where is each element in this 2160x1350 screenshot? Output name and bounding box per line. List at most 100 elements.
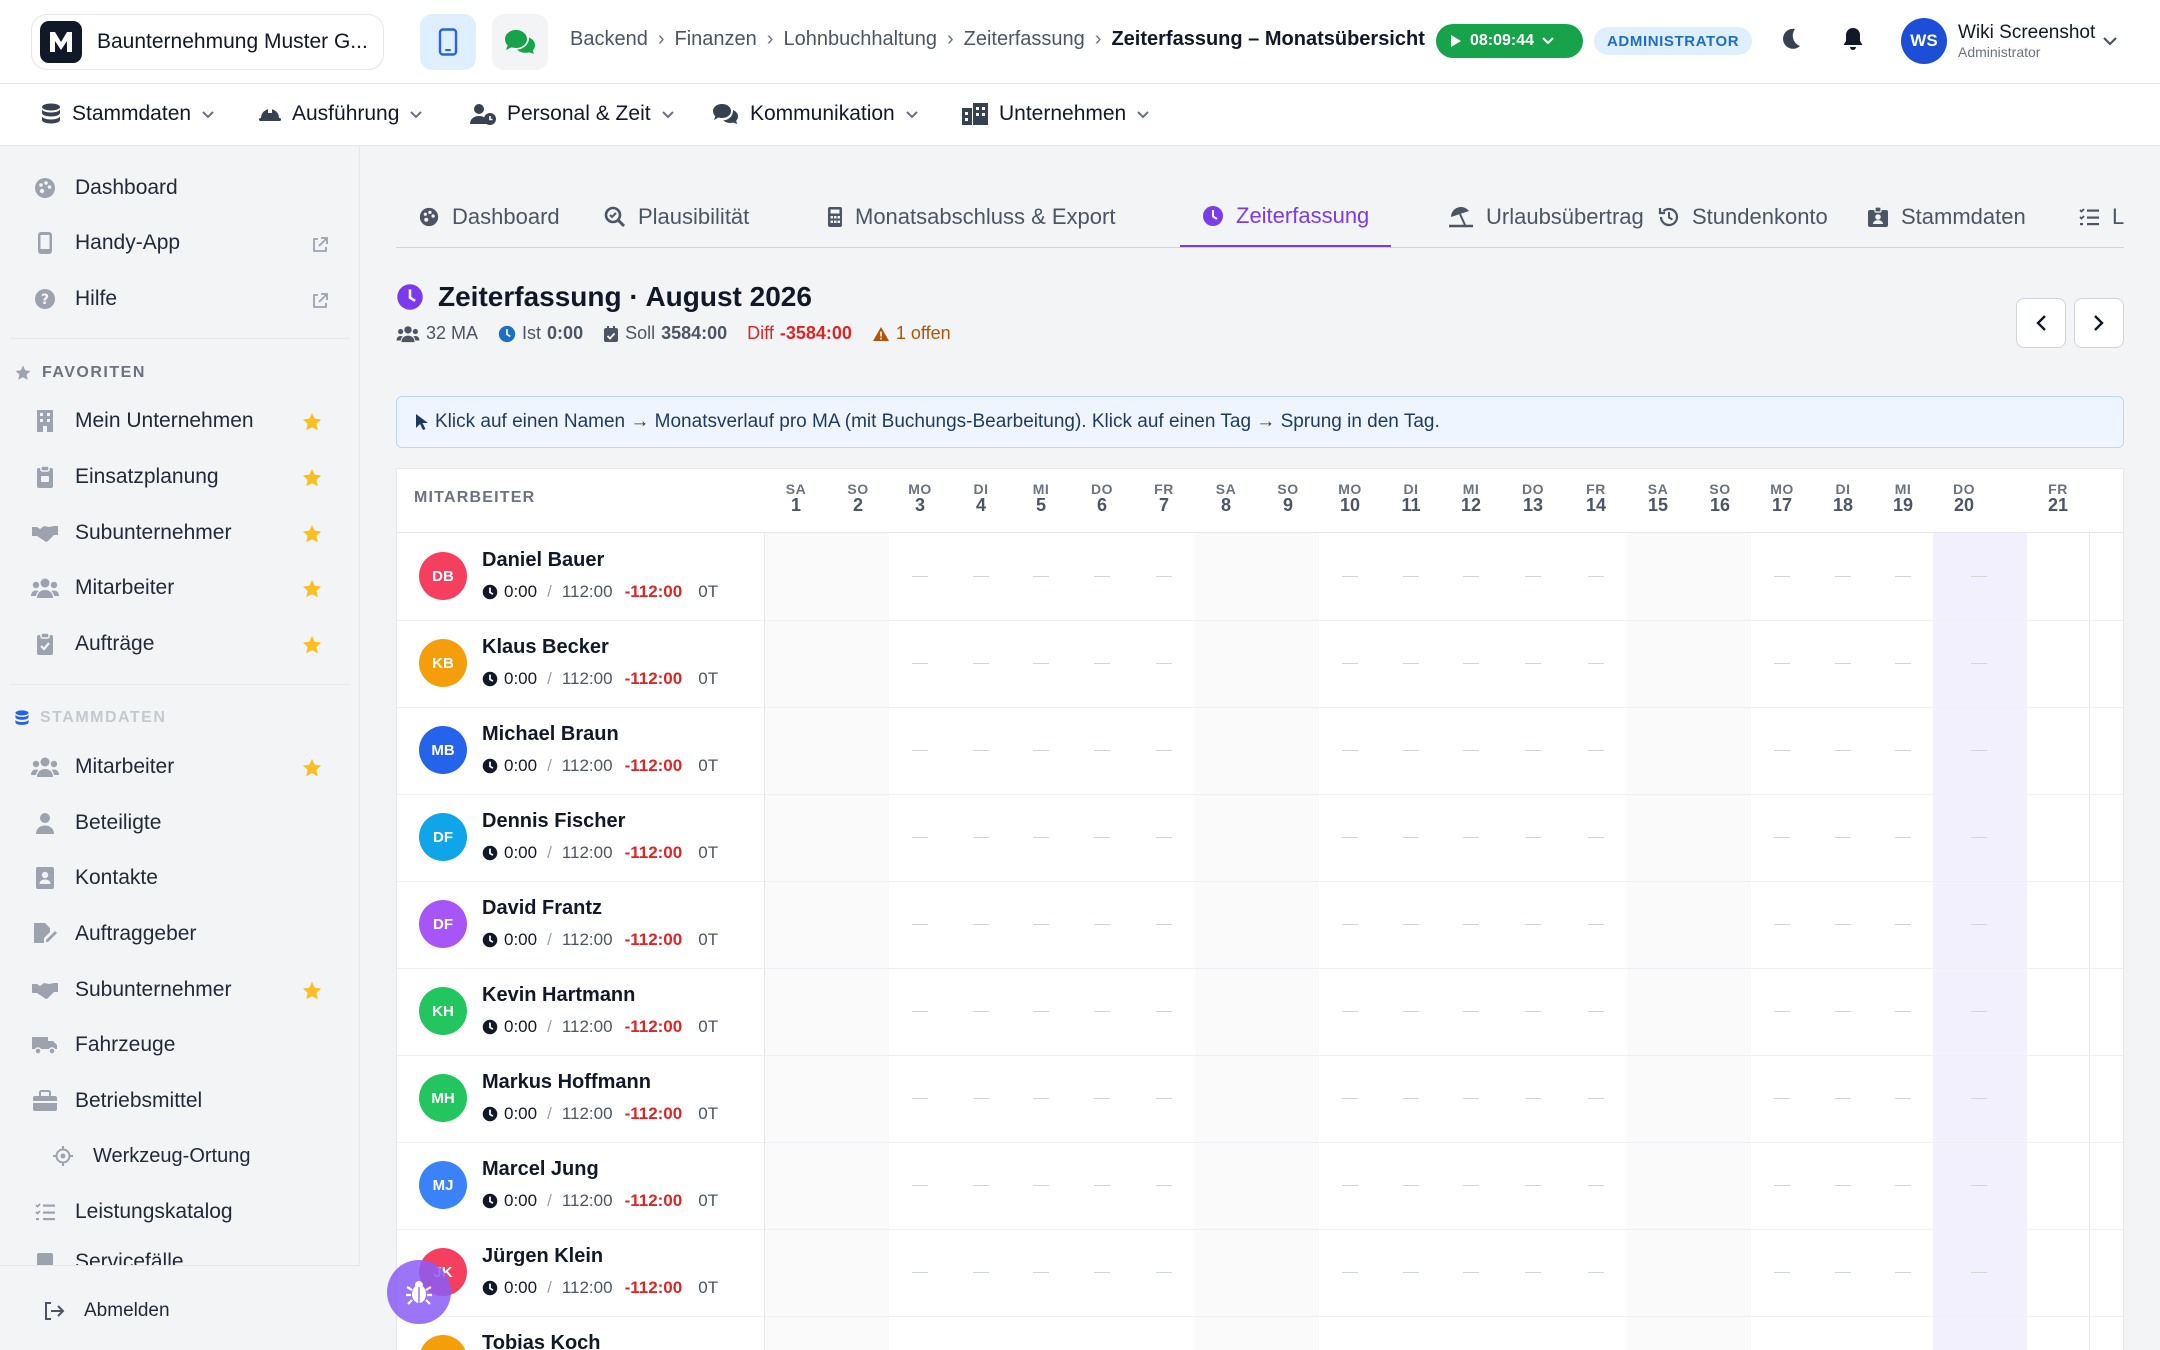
day-header[interactable]: DI 4 <box>951 481 1011 514</box>
day-cell-empty[interactable] <box>1971 1011 1987 1012</box>
employee-row[interactable]: KH Kevin Hartmann 0:00 / 112:00 -112:00 0T <box>397 968 765 1055</box>
menu-unternehmen[interactable]: Unternehmen <box>961 102 1150 126</box>
day-cell-empty[interactable] <box>1403 837 1419 838</box>
day-cell-empty[interactable] <box>1835 663 1851 664</box>
day-header[interactable]: SA 15 <box>1627 481 1689 514</box>
tab-dashboard[interactable]: Dashboard <box>396 186 582 247</box>
sidebar-item-hilfe[interactable]: ? Hilfe <box>30 284 117 314</box>
employee-name[interactable]: David Frantz <box>482 897 602 920</box>
day-cell-empty[interactable] <box>1835 1098 1851 1099</box>
day-cell-empty[interactable] <box>1588 1185 1604 1186</box>
day-header[interactable]: DO 6 <box>1071 481 1133 514</box>
day-cell-empty[interactable] <box>1403 576 1419 577</box>
sidebar-item-dashboard[interactable]: Dashboard <box>30 173 178 203</box>
day-cell-empty[interactable] <box>1094 663 1110 664</box>
day-cell-empty[interactable] <box>1342 1185 1358 1186</box>
day-cell-empty[interactable] <box>1895 663 1911 664</box>
tab-zeiterfassung[interactable]: Zeiterfassung <box>1180 186 1392 247</box>
sidebar-item-beteiligte[interactable]: Beteiligte <box>30 808 161 838</box>
favorite-star-icon[interactable] <box>301 467 323 489</box>
day-cell-empty[interactable] <box>912 1098 928 1099</box>
day-cell-empty[interactable] <box>1403 924 1419 925</box>
menu-stammdaten[interactable]: Stammdaten <box>40 102 215 126</box>
day-cell-empty[interactable] <box>1033 750 1049 751</box>
day-header[interactable]: FR 14 <box>1565 481 1627 514</box>
day-cell-empty[interactable] <box>973 924 989 925</box>
day-cell-empty[interactable] <box>1094 576 1110 577</box>
day-cell-empty[interactable] <box>1971 1185 1987 1186</box>
day-cell-empty[interactable] <box>1094 1185 1110 1186</box>
menu-kommunikation[interactable]: Kommunikation <box>712 102 919 126</box>
day-cell-empty[interactable] <box>1156 1098 1172 1099</box>
employee-name[interactable]: Daniel Bauer <box>482 549 604 572</box>
day-cell-empty[interactable] <box>912 750 928 751</box>
day-cell-empty[interactable] <box>1895 1185 1911 1186</box>
day-header[interactable]: SO 16 <box>1689 481 1751 514</box>
favorite-star-icon[interactable] <box>301 578 323 600</box>
bug-report-button[interactable] <box>387 1260 451 1324</box>
day-cell-empty[interactable] <box>1971 663 1987 664</box>
day-cell-empty[interactable] <box>1895 1272 1911 1273</box>
day-cell-empty[interactable] <box>1774 576 1790 577</box>
day-cell-empty[interactable] <box>1156 924 1172 925</box>
day-cell-empty[interactable] <box>1525 1098 1541 1099</box>
sidebar-item-fahrzeuge[interactable]: Fahrzeuge <box>30 1030 175 1060</box>
day-cell-empty[interactable] <box>1774 1185 1790 1186</box>
dark-mode-toggle[interactable] <box>1780 26 1802 52</box>
breadcrumb-link[interactable]: Finanzen <box>675 28 757 51</box>
day-cell-empty[interactable] <box>1342 576 1358 577</box>
day-header[interactable]: DI 11 <box>1381 481 1441 514</box>
day-cell-empty[interactable] <box>1774 1272 1790 1273</box>
day-cell-empty[interactable] <box>1971 837 1987 838</box>
day-header[interactable]: DO 20 <box>1933 481 1995 514</box>
day-header[interactable]: MI 12 <box>1441 481 1501 514</box>
day-cell-empty[interactable] <box>912 1185 928 1186</box>
day-header[interactable]: MI 5 <box>1011 481 1071 514</box>
day-cell-empty[interactable] <box>1895 576 1911 577</box>
day-cell-empty[interactable] <box>973 1011 989 1012</box>
day-header[interactable]: FR 7 <box>1133 481 1195 514</box>
day-cell-empty[interactable] <box>1463 1098 1479 1099</box>
day-cell-empty[interactable] <box>1835 750 1851 751</box>
day-cell-empty[interactable] <box>1971 750 1987 751</box>
day-cell-empty[interactable] <box>1342 663 1358 664</box>
day-cell-empty[interactable] <box>1403 1011 1419 1012</box>
day-cell-empty[interactable] <box>1094 1098 1110 1099</box>
employee-row[interactable]: DF Dennis Fischer 0:00 / 112:00 -112:00 0T <box>397 794 765 881</box>
sidebar-item-mitarbeiter[interactable]: Mitarbeiter <box>30 573 174 603</box>
day-cell-empty[interactable] <box>1403 663 1419 664</box>
day-cell-empty[interactable] <box>1774 1098 1790 1099</box>
day-header[interactable]: MO 17 <box>1751 481 1813 514</box>
stat-offen[interactable]: 1 offen <box>872 323 951 344</box>
day-header[interactable]: SA 1 <box>765 481 827 514</box>
day-cell-empty[interactable] <box>912 576 928 577</box>
day-cell-empty[interactable] <box>1033 1011 1049 1012</box>
day-cell-empty[interactable] <box>1895 1011 1911 1012</box>
day-cell-empty[interactable] <box>1895 837 1911 838</box>
day-header[interactable]: MO 10 <box>1319 481 1381 514</box>
chat-button[interactable] <box>492 14 548 70</box>
day-cell-empty[interactable] <box>1774 924 1790 925</box>
logout-button[interactable]: Abmelden <box>42 1296 170 1326</box>
day-cell-empty[interactable] <box>1588 924 1604 925</box>
day-cell-empty[interactable] <box>1156 1011 1172 1012</box>
favorite-star-icon[interactable] <box>301 757 323 779</box>
day-header[interactable]: MO 3 <box>889 481 951 514</box>
sidebar-item-auftraggeber[interactable]: Auftraggeber <box>30 919 196 949</box>
day-cell-empty[interactable] <box>1463 1185 1479 1186</box>
day-cell-empty[interactable] <box>1525 750 1541 751</box>
employee-row[interactable]: KB Klaus Becker 0:00 / 112:00 -112:00 0T <box>397 620 765 707</box>
handy-app-button[interactable] <box>420 14 476 70</box>
day-cell-empty[interactable] <box>1463 837 1479 838</box>
day-cell-empty[interactable] <box>973 663 989 664</box>
day-header[interactable]: FR 21 <box>2027 481 2089 514</box>
tab-monatsabschluss[interactable]: Monatsabschluss & Export <box>805 186 1137 247</box>
day-cell-empty[interactable] <box>1835 1272 1851 1273</box>
time-tracking-timer[interactable]: 08:09:44 <box>1436 24 1583 58</box>
day-cell-empty[interactable] <box>1403 1272 1419 1273</box>
day-cell-empty[interactable] <box>1971 1272 1987 1273</box>
day-cell-empty[interactable] <box>1033 1185 1049 1186</box>
day-cell-empty[interactable] <box>973 750 989 751</box>
day-cell-empty[interactable] <box>1525 837 1541 838</box>
day-cell-empty[interactable] <box>1971 1098 1987 1099</box>
